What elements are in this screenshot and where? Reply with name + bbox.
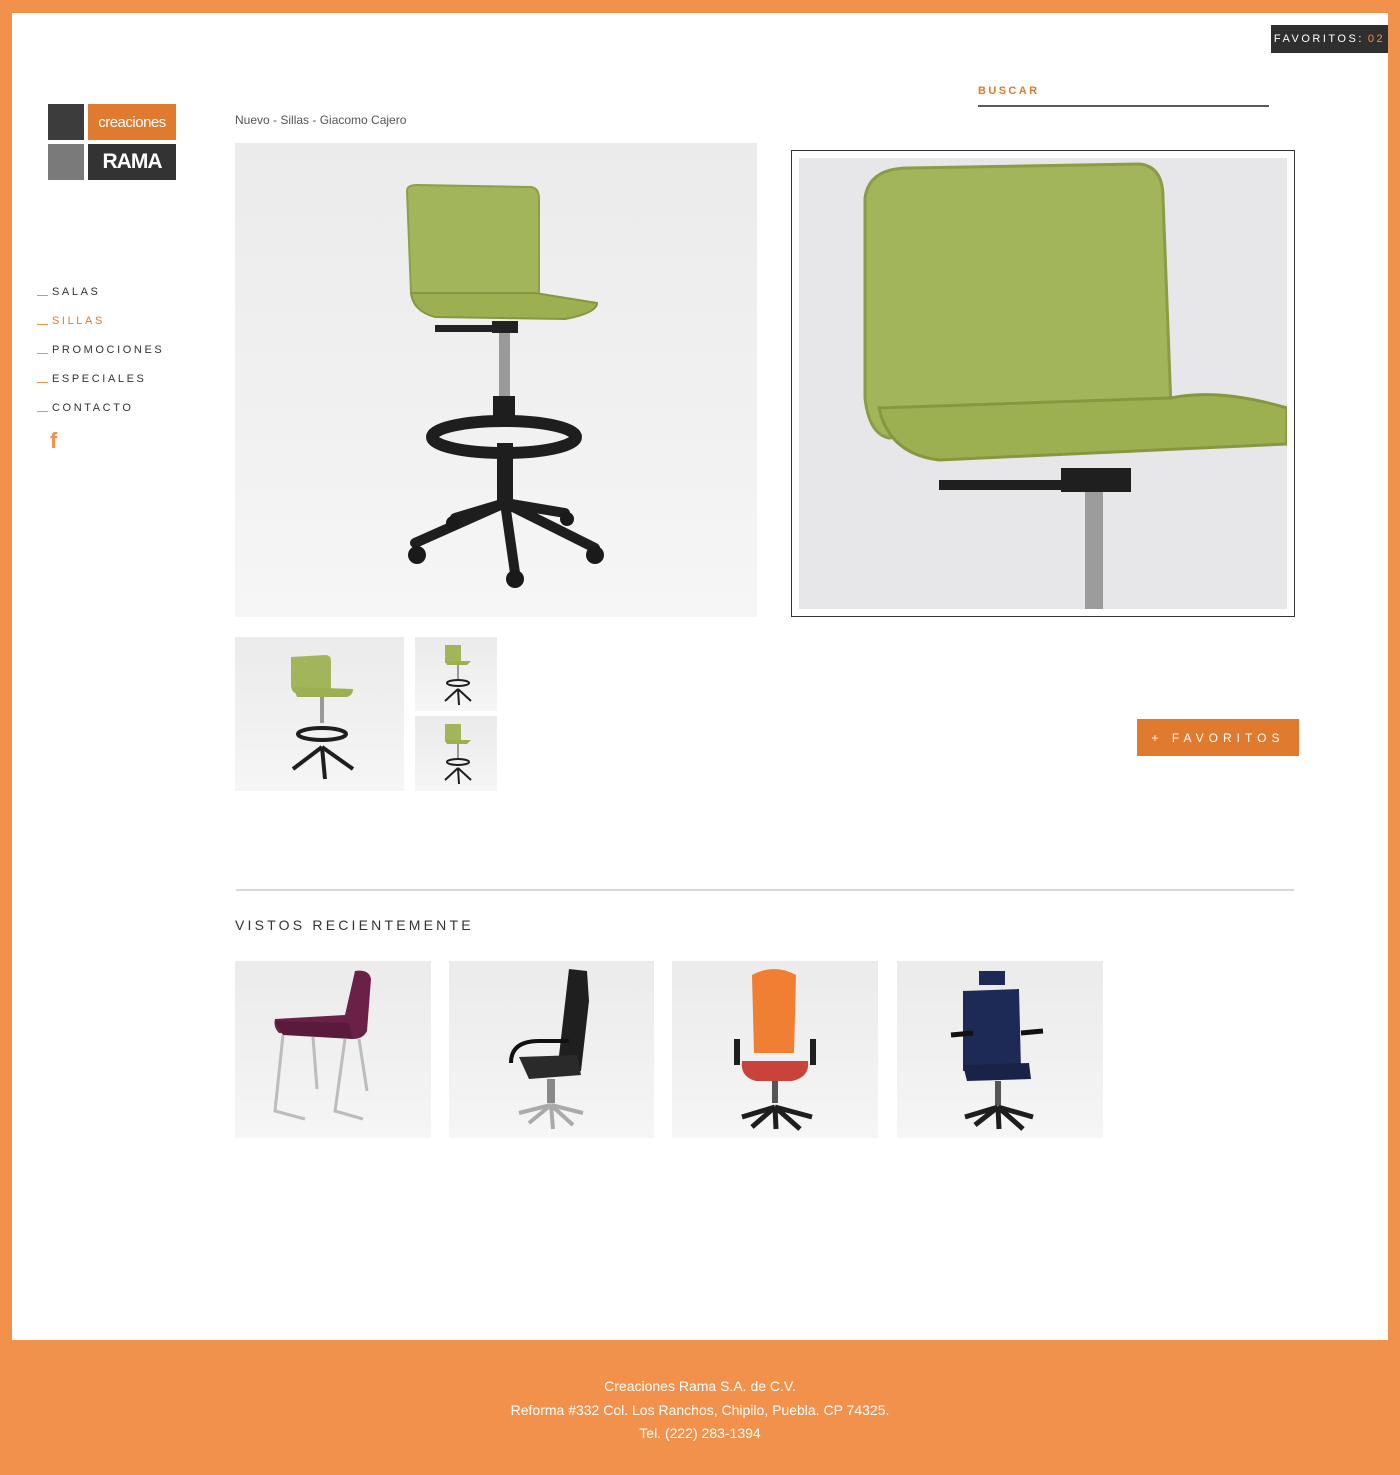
stool-illustration: [405, 183, 604, 588]
search-label[interactable]: BUSCAR: [978, 85, 1039, 97]
recent-item-2-illustration: [509, 969, 589, 1130]
footer-address: Reforma #332 Col. Los Ranchos, Chipilo, …: [510, 1401, 890, 1418]
nav-item-contacto[interactable]: CONTACTO: [37, 393, 164, 422]
recent-item-4[interactable]: [897, 961, 1103, 1138]
nav-label: ESPECIALES: [52, 372, 147, 385]
zoom-preview: [791, 150, 1295, 617]
logo-square-grey: [48, 144, 84, 180]
favorites-label: FAVORITOS:: [1273, 33, 1364, 45]
footer-phone: Tel. (222) 283-1394: [639, 1425, 761, 1441]
nav-label: PROMOCIONES: [52, 343, 165, 356]
recent-item-1[interactable]: [235, 961, 431, 1138]
zoom-image: [799, 158, 1287, 609]
nav-dash: [37, 411, 48, 412]
nav-label: CONTACTO: [52, 401, 134, 414]
logo-text-rama: RAMA: [88, 144, 176, 180]
nav-label: SILLAS: [52, 314, 105, 327]
recent-item-3[interactable]: [672, 961, 878, 1138]
logo[interactable]: creaciones RAMA: [48, 104, 176, 180]
thumbnail-1-illustration: [291, 655, 355, 780]
nav-dash: [37, 382, 48, 383]
logo-text-creaciones: creaciones: [88, 104, 176, 140]
thumbnail-2[interactable]: [415, 637, 497, 711]
nav-dash: [37, 324, 48, 325]
nav-item-salas[interactable]: SALAS: [37, 277, 164, 306]
footer-company: Creaciones Rama S.A. de C.V.: [604, 1378, 796, 1394]
breadcrumb: Nuevo - Sillas - Giacomo Cajero: [235, 113, 407, 127]
favorites-counter[interactable]: FAVORITOS: 02: [1271, 25, 1388, 53]
recent-item-3-illustration: [734, 969, 816, 1131]
recent-item-2[interactable]: [449, 961, 654, 1138]
logo-square-dark: [48, 104, 84, 140]
main-product-image: [235, 143, 757, 617]
nav-item-especiales[interactable]: ESPECIALES: [37, 364, 164, 393]
nav-dash: [37, 295, 48, 296]
thumbnail-1[interactable]: [235, 637, 404, 791]
thumbnail-2-illustration: [444, 645, 472, 706]
favorites-count: 02: [1367, 33, 1386, 45]
thumbnail-3[interactable]: [415, 716, 497, 791]
nav-item-sillas[interactable]: SILLAS: [37, 306, 164, 335]
recent-title: VISTOS RECIENTEMENTE: [235, 917, 474, 933]
footer: Creaciones Rama S.A. de C.V. Reforma #33…: [0, 1375, 1400, 1446]
stool-zoom-illustration: [863, 162, 1287, 609]
nav-dash: [37, 353, 48, 354]
facebook-icon[interactable]: f: [50, 428, 57, 454]
main-nav: SALAS SILLAS PROMOCIONES ESPECIALES CONT…: [37, 277, 164, 422]
section-divider: [236, 889, 1294, 891]
nav-item-promociones[interactable]: PROMOCIONES: [37, 335, 164, 364]
recent-item-1-illustration: [273, 970, 371, 1121]
nav-label: SALAS: [52, 285, 101, 298]
recent-item-4-illustration: [950, 971, 1044, 1131]
search-input[interactable]: [978, 105, 1269, 107]
add-favorite-button[interactable]: + FAVORITOS: [1137, 719, 1299, 756]
thumbnail-3-illustration: [444, 724, 472, 785]
